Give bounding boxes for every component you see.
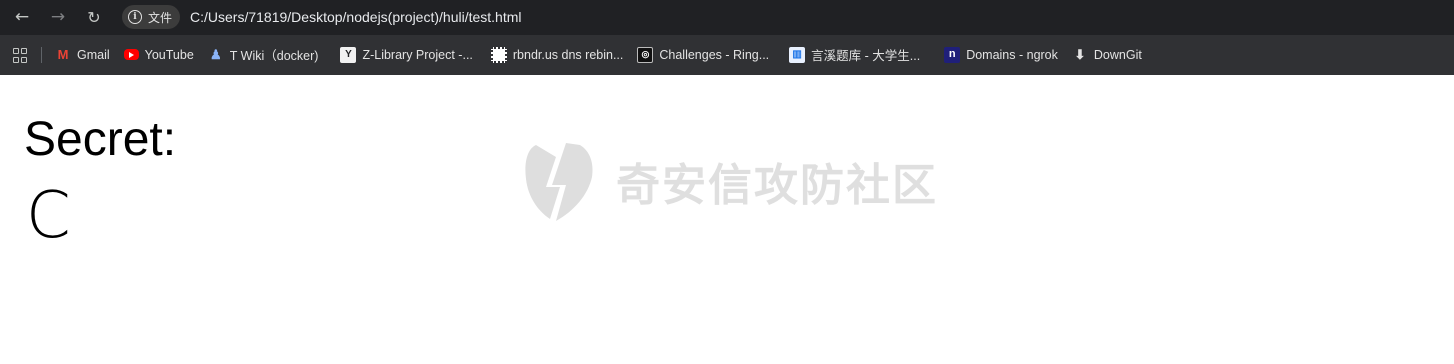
- arrow-right-icon: →: [50, 7, 66, 27]
- reload-icon: ↻: [87, 7, 101, 27]
- bookmark-label: Gmail: [77, 47, 110, 62]
- bookmark-label: T Wiki（docker): [229, 49, 319, 63]
- bookmark-downgit[interactable]: ⬇ DownGit: [1072, 47, 1142, 63]
- forward-button[interactable]: →: [44, 4, 72, 32]
- back-button[interactable]: ←: [8, 4, 36, 32]
- address-bar[interactable]: i 文件 C:/Users/71819/Desktop/nodejs(proje…: [120, 3, 1454, 31]
- bookmark-yanxi[interactable]: ▥ 言溪题库 - 大学生...: [789, 45, 920, 64]
- browser-toolbar: ← → ↻ i 文件 C:/Users/71819/Desktop/nodejs…: [0, 0, 1454, 35]
- page-content: Secret: C 奇安信攻防社区: [0, 75, 1454, 364]
- bookmark-challenges[interactable]: ◎ Challenges - Ring...: [637, 46, 770, 63]
- watermark: 奇安信攻防社区: [522, 137, 938, 225]
- ring-icon: ◎: [637, 46, 654, 63]
- bookmark-label: DownGit: [1093, 47, 1142, 62]
- watermark-text: 奇安信攻防社区: [616, 160, 938, 211]
- bookmarks-divider: [41, 46, 42, 63]
- bookmark-label: 言溪题库 - 大学生...: [811, 49, 921, 63]
- bookmark-label: Z-Library Project -...: [362, 47, 473, 62]
- bookmarks-bar: M Gmail YouTube ♟ T Wiki（docker) Y Z-Lib…: [0, 35, 1454, 75]
- bookmark-ngrok[interactable]: n Domains - ngrok: [944, 46, 1058, 63]
- site-info-chip[interactable]: i 文件: [122, 5, 181, 29]
- bookmark-label: YouTube: [144, 47, 194, 62]
- info-icon: i: [128, 10, 142, 24]
- bookmark-zlibrary[interactable]: Y Z-Library Project -...: [340, 46, 473, 63]
- apps-grid-icon[interactable]: [13, 47, 27, 63]
- bookmark-label: Challenges - Ring...: [659, 47, 770, 62]
- bookmark-youtube[interactable]: YouTube: [123, 47, 194, 62]
- secret-value: C: [26, 179, 71, 253]
- zlibrary-icon: Y: [340, 46, 357, 63]
- rbndr-icon: [490, 46, 507, 63]
- shield-bolt-icon: [525, 143, 593, 221]
- arrow-left-icon: ←: [14, 7, 30, 27]
- bookmark-rbndr[interactable]: rbndr.us dns rebin...: [490, 46, 624, 63]
- secret-label: Secret:: [24, 113, 177, 166]
- bookmark-label: rbndr.us dns rebin...: [512, 47, 624, 62]
- download-icon: ⬇: [1074, 47, 1086, 62]
- site-info-label: 文件: [148, 10, 173, 25]
- ngrok-icon: n: [944, 46, 961, 63]
- bookmark-twiki[interactable]: ♟ T Wiki（docker): [208, 45, 319, 64]
- gmail-icon: M: [57, 47, 69, 62]
- bookmark-label: Domains - ngrok: [966, 47, 1058, 62]
- book-icon: ▥: [789, 46, 806, 63]
- reload-button[interactable]: ↻: [80, 4, 108, 32]
- url-text[interactable]: C:/Users/71819/Desktop/nodejs(project)/h…: [190, 9, 521, 25]
- twiki-icon: ♟: [209, 47, 222, 62]
- youtube-icon: [123, 49, 139, 60]
- bookmark-gmail[interactable]: M Gmail: [55, 47, 110, 63]
